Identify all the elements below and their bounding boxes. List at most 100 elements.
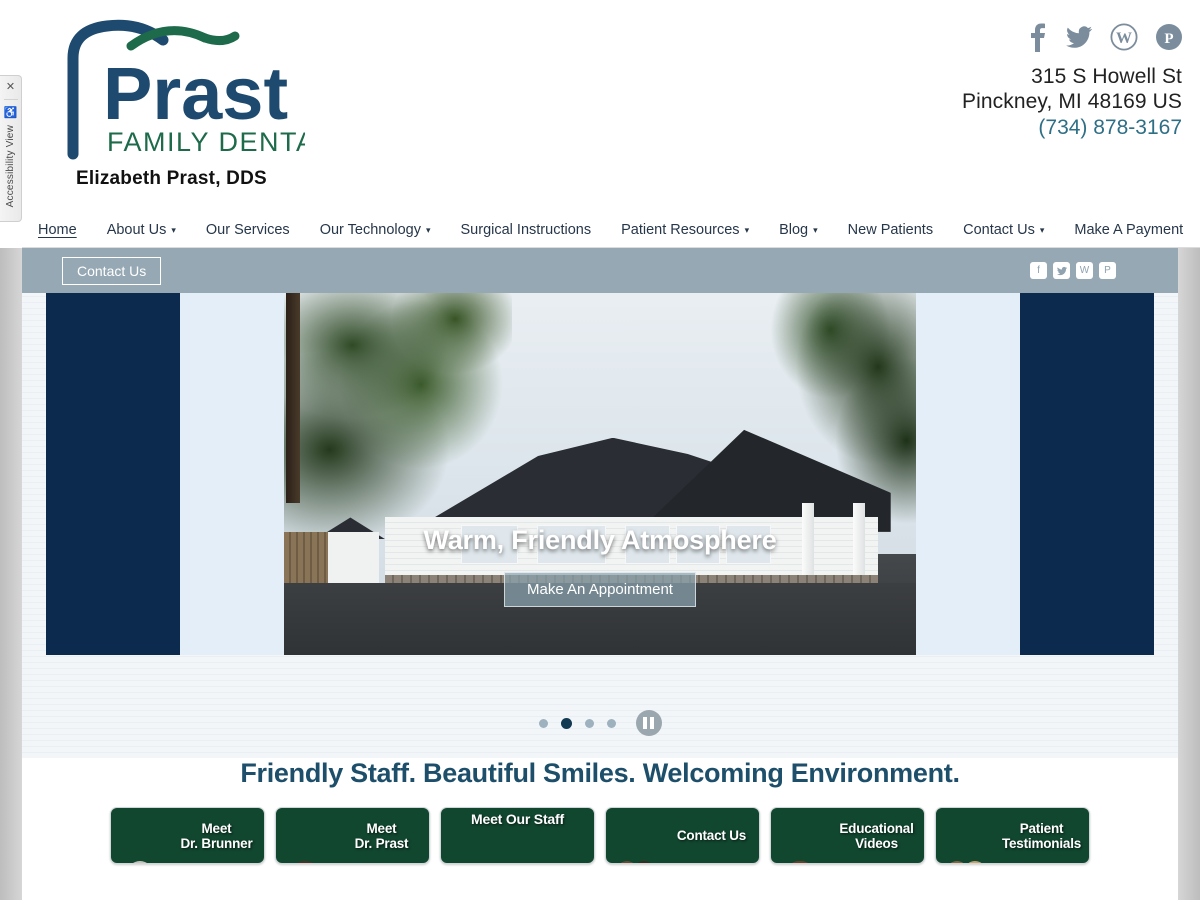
card-label: Educational Videos xyxy=(829,821,924,851)
card-label-line2: Dr. Brunner xyxy=(180,835,253,851)
close-icon[interactable]: ✕ xyxy=(6,82,15,93)
portrait-hair xyxy=(963,861,987,863)
site-logo[interactable]: Prast FAMILY DENTAL xyxy=(55,14,331,164)
slider-dot-4[interactable] xyxy=(606,718,616,728)
make-an-appointment-button[interactable]: Make An Appointment xyxy=(504,572,696,607)
facebook-icon[interactable] xyxy=(1028,22,1048,52)
nav-label: About Us xyxy=(106,221,167,238)
portrait-hair xyxy=(633,861,656,863)
address-line-1: 315 S Howell St xyxy=(1031,65,1182,88)
page-root: ✕ ♿ Accessibility View Prast FAMILY DENT… xyxy=(0,0,1200,900)
wordpress-icon[interactable]: W xyxy=(1076,262,1093,279)
portrait-hair xyxy=(127,861,153,863)
promo-section: Friendly Staff. Beautiful Smiles. Welcom… xyxy=(22,758,1178,900)
sub-header-bar: Contact Us f W P xyxy=(22,248,1178,293)
wheelchair-icon: ♿ xyxy=(3,107,18,119)
nav-item-surgical-instructions[interactable]: Surgical Instructions xyxy=(446,222,607,238)
slider-dot-2[interactable] xyxy=(560,717,572,729)
portrait-hair xyxy=(615,861,638,863)
portrait-hair xyxy=(290,861,320,863)
nav-item-new-patients[interactable]: New Patients xyxy=(833,222,948,238)
chevron-down-icon: ▾ xyxy=(1039,225,1045,235)
nav-label: Home xyxy=(38,221,77,238)
avatar xyxy=(276,808,334,863)
slider-dot-1[interactable] xyxy=(538,718,548,728)
svg-text:W: W xyxy=(1116,30,1132,47)
slider-pagination xyxy=(22,710,1178,736)
card-label: Meet Dr. Prast xyxy=(334,821,429,851)
card-meet-dr-brunner[interactable]: Meet Dr. Brunner xyxy=(110,807,265,864)
main-navigation: Home About Us ▾ Our Services Our Technol… xyxy=(22,212,1200,248)
chevron-down-icon: ▾ xyxy=(171,225,176,235)
nav-label: Our Services xyxy=(205,221,290,238)
nav-item-blog[interactable]: Blog ▾ xyxy=(764,222,833,238)
svg-text:Prast: Prast xyxy=(103,52,288,135)
twitter-icon[interactable] xyxy=(1066,24,1092,50)
slider-dot-3[interactable] xyxy=(584,718,594,728)
subbar-social-list: f W P xyxy=(1030,262,1116,279)
site-header: Prast FAMILY DENTAL Elizabeth Prast, DDS… xyxy=(0,0,1200,248)
header-social-list: W P xyxy=(962,22,1182,52)
card-label-line1: Contact Us xyxy=(676,828,747,843)
nav-item-make-a-payment[interactable]: Make A Payment xyxy=(1059,222,1198,238)
logo-svg: Prast FAMILY DENTAL xyxy=(67,19,331,160)
pinterest-icon[interactable]: P xyxy=(1156,24,1182,50)
accessibility-view-label: Accessibility View xyxy=(5,125,16,208)
nav-label: Our Technology xyxy=(319,221,421,238)
card-patient-testimonials[interactable]: Patient Testimonials xyxy=(935,807,1090,864)
nav-label: Contact Us xyxy=(963,221,1035,238)
card-label-line1: Patient xyxy=(1019,820,1064,836)
phone-number[interactable]: (734) 878-3167 xyxy=(962,114,1182,141)
portrait-hair xyxy=(945,861,968,863)
divider xyxy=(3,99,18,100)
quick-links-cards: Meet Dr. Brunner Meet Dr. Prast Meet Our… xyxy=(22,807,1178,864)
card-label-line2: Videos xyxy=(855,835,898,851)
twitter-icon[interactable] xyxy=(1053,262,1070,279)
card-label: Meet Our Staff xyxy=(467,808,568,833)
card-educational-videos[interactable]: Educational Videos xyxy=(770,807,925,864)
nav-item-our-services[interactable]: Our Services xyxy=(191,222,305,238)
svg-text:FAMILY DENTAL: FAMILY DENTAL xyxy=(107,127,305,157)
nav-label: New Patients xyxy=(847,221,934,238)
team-row xyxy=(441,833,594,863)
card-label-line2: Testimonials xyxy=(1001,835,1082,851)
pinterest-icon[interactable]: P xyxy=(1099,262,1116,279)
chevron-down-icon: ▾ xyxy=(425,225,431,235)
nav-label: Surgical Instructions xyxy=(460,221,592,238)
card-label-line1: Educational xyxy=(839,820,914,836)
chevron-down-icon: ▾ xyxy=(744,225,750,235)
card-meet-our-staff[interactable]: Meet Our Staff xyxy=(440,807,595,864)
nav-label: Make A Payment xyxy=(1074,221,1184,238)
avatar xyxy=(771,808,829,863)
pause-bar xyxy=(650,717,654,729)
nav-label: Patient Resources xyxy=(621,221,740,238)
card-label-line1: Meet Our Staff xyxy=(471,811,564,827)
card-label-line1: Meet xyxy=(366,820,397,836)
card-contact-us[interactable]: Contact Us xyxy=(605,807,760,864)
avatar xyxy=(936,808,994,863)
pause-button[interactable] xyxy=(635,710,662,736)
card-label-line1: Meet xyxy=(201,820,232,836)
header-contact-block: W P 315 S Howell St Pinckney, MI 48169 U… xyxy=(962,22,1182,141)
doctor-name: Elizabeth Prast, DDS xyxy=(76,168,267,189)
pause-bar xyxy=(643,717,647,729)
promo-headline: Friendly Staff. Beautiful Smiles. Welcom… xyxy=(240,758,960,788)
slide-title: Warm, Friendly Atmosphere xyxy=(423,525,777,555)
svg-text:P: P xyxy=(1164,31,1173,47)
logo-mark: Prast FAMILY DENTAL xyxy=(55,14,331,164)
portrait-hair xyxy=(785,861,815,863)
hero-slider: Warm, Friendly Atmosphere Make An Appoin… xyxy=(22,293,1178,758)
address-line-2: Pinckney, MI 48169 US xyxy=(962,90,1182,113)
card-label: Meet Dr. Brunner xyxy=(169,821,264,851)
nav-item-our-technology[interactable]: Our Technology ▾ xyxy=(305,222,446,238)
nav-item-contact-us[interactable]: Contact Us ▾ xyxy=(948,222,1059,238)
accessibility-view-tab[interactable]: ✕ ♿ Accessibility View xyxy=(0,75,22,222)
contact-us-button[interactable]: Contact Us xyxy=(62,256,162,285)
facebook-icon[interactable]: f xyxy=(1030,262,1047,279)
nav-item-patient-resources[interactable]: Patient Resources ▾ xyxy=(606,222,764,238)
card-meet-dr-prast[interactable]: Meet Dr. Prast xyxy=(275,807,430,864)
nav-item-home[interactable]: Home xyxy=(22,222,92,238)
wordpress-icon[interactable]: W xyxy=(1110,23,1138,51)
slide-caption: Warm, Friendly Atmosphere Make An Appoin… xyxy=(22,525,1178,607)
nav-item-about-us[interactable]: About Us ▾ xyxy=(92,222,191,238)
